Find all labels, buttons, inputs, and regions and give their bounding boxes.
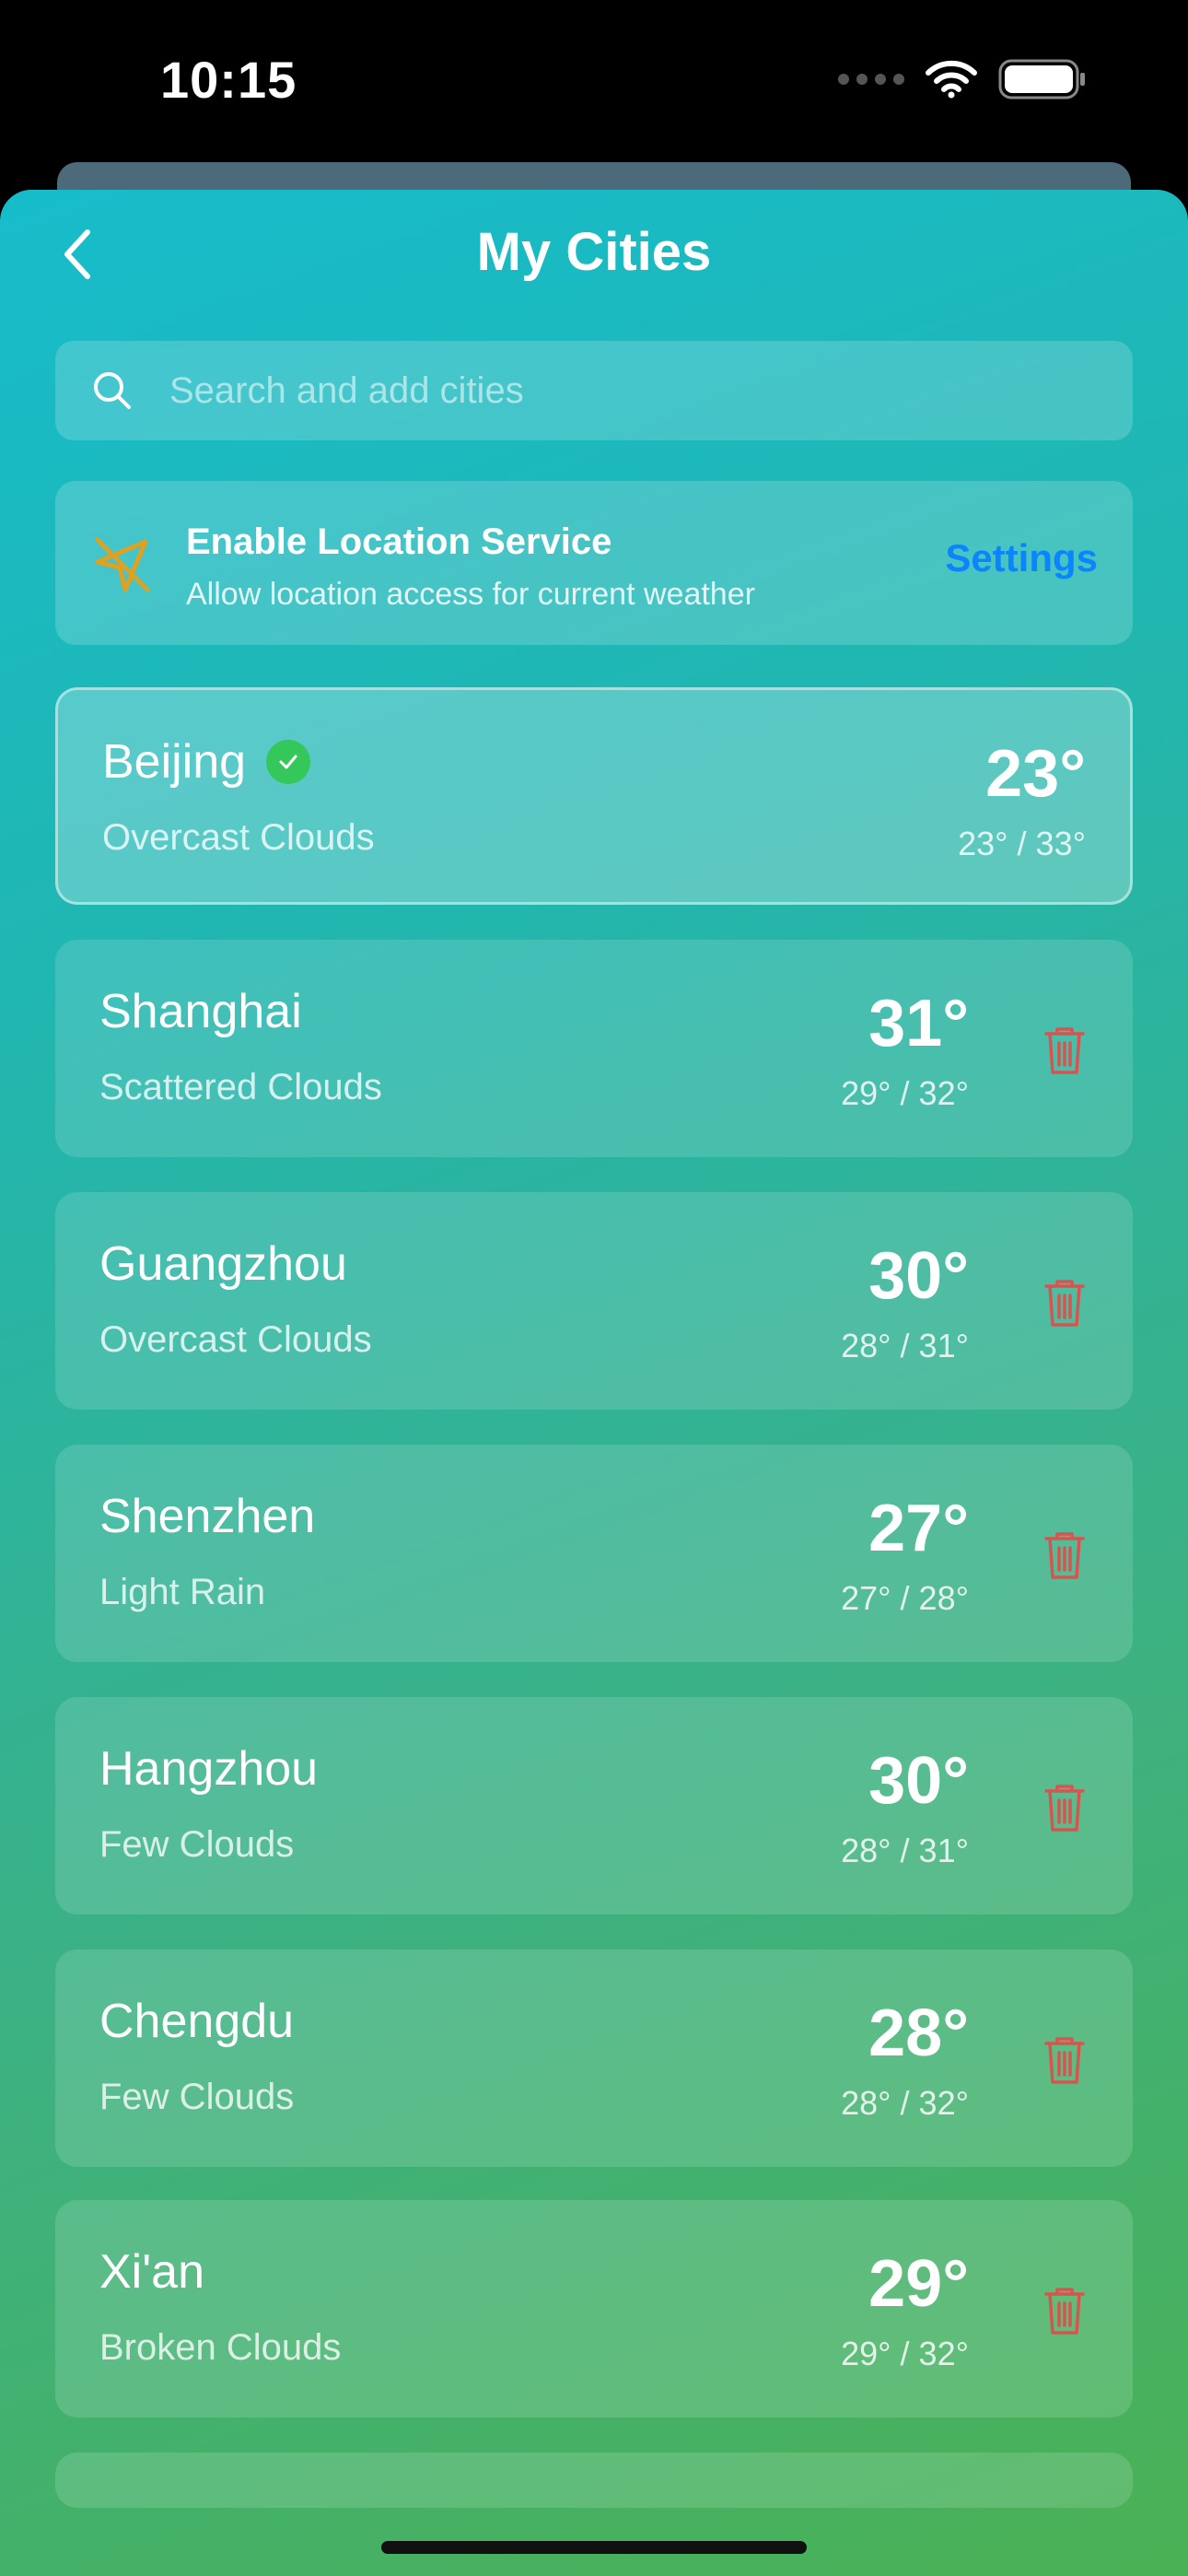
city-description: Overcast Clouds [99, 1319, 372, 1360]
location-service-banner: Enable Location Service Allow location a… [55, 481, 1133, 645]
city-name-row: Beijing [102, 734, 311, 790]
city-name: Shenzhen [99, 1490, 316, 1543]
trash-icon[interactable] [1042, 1277, 1087, 1329]
settings-button[interactable]: Settings [945, 536, 1098, 580]
trash-icon[interactable] [1042, 1025, 1087, 1076]
status-bar: 10:15 [0, 0, 1188, 166]
city-card-xian[interactable]: Xi'an Broken Clouds 29° 29° / 32° [55, 2200, 1133, 2418]
search-bar[interactable] [55, 341, 1133, 440]
city-temp-range: 28° / 31° [841, 1327, 969, 1364]
trash-icon[interactable] [1042, 2034, 1087, 2086]
search-input[interactable] [168, 369, 1000, 413]
city-temperature: 23° [985, 737, 1086, 811]
city-temp-range: 28° / 32° [841, 2084, 969, 2122]
trash-icon[interactable] [1042, 1782, 1087, 1833]
city-name: Beijing [102, 735, 247, 789]
city-name: Shanghai [99, 985, 302, 1038]
trash-icon[interactable] [1042, 2285, 1087, 2336]
city-card-hangzhou[interactable]: Hangzhou Few Clouds 30° 28° / 31° [55, 1697, 1133, 1914]
city-name: Xi'an [99, 2245, 205, 2299]
city-card-beijing[interactable]: Beijing Overcast Clouds 23° 23° / 33° [55, 687, 1133, 905]
trash-icon[interactable] [1042, 1529, 1087, 1581]
battery-icon [998, 59, 1085, 100]
city-temp-range: 27° / 28° [841, 1579, 969, 1617]
city-temperature: 28° [868, 1996, 969, 2070]
status-time: 10:15 [160, 51, 297, 109]
city-card-shenzhen[interactable]: Shenzhen Light Rain 27° 27° / 28° [55, 1445, 1133, 1662]
location-service-subtitle: Allow location access for current weathe… [186, 577, 755, 612]
city-description: Scattered Clouds [99, 1067, 382, 1107]
cellular-signal-icon [838, 74, 904, 85]
city-temperature: 31° [868, 987, 969, 1060]
city-card-chengdu[interactable]: Chengdu Few Clouds 28° 28° / 32° [55, 1950, 1133, 2167]
city-description: Broken Clouds [99, 2327, 342, 2368]
checkmark-icon [266, 740, 311, 784]
city-temperature: 27° [868, 1492, 969, 1565]
my-cities-sheet: My Cities Enable Location Service Allow … [0, 190, 1188, 2576]
city-card-guangzhou[interactable]: Guangzhou Overcast Clouds 30° 28° / 31° [55, 1192, 1133, 1410]
city-temperature: 30° [868, 1239, 969, 1313]
city-card-shanghai[interactable]: Shanghai Scattered Clouds 31° 29° / 32° [55, 940, 1133, 1157]
home-indicator [381, 2541, 807, 2554]
city-temp-range: 29° / 32° [841, 2335, 969, 2372]
city-description: Overcast Clouds [102, 817, 375, 858]
city-name: Chengdu [99, 1995, 295, 2048]
city-description: Few Clouds [99, 1824, 295, 1865]
search-icon [92, 369, 136, 413]
city-name: Guangzhou [99, 1237, 347, 1291]
city-name: Hangzhou [99, 1742, 319, 1796]
status-icons [838, 59, 1087, 100]
city-description: Light Rain [99, 1572, 266, 1612]
wifi-icon [926, 60, 977, 99]
city-temp-range: 28° / 31° [841, 1832, 969, 1869]
city-description: Few Clouds [99, 2077, 295, 2117]
city-card-partial [55, 2453, 1133, 2508]
location-off-icon [95, 537, 150, 592]
location-service-title: Enable Location Service [186, 521, 612, 562]
city-temp-range: 29° / 32° [841, 1074, 969, 1112]
city-temperature: 29° [868, 2247, 969, 2321]
city-temp-range: 23° / 33° [958, 825, 1086, 862]
page-title: My Cities [476, 222, 712, 282]
city-temperature: 30° [868, 1744, 969, 1818]
